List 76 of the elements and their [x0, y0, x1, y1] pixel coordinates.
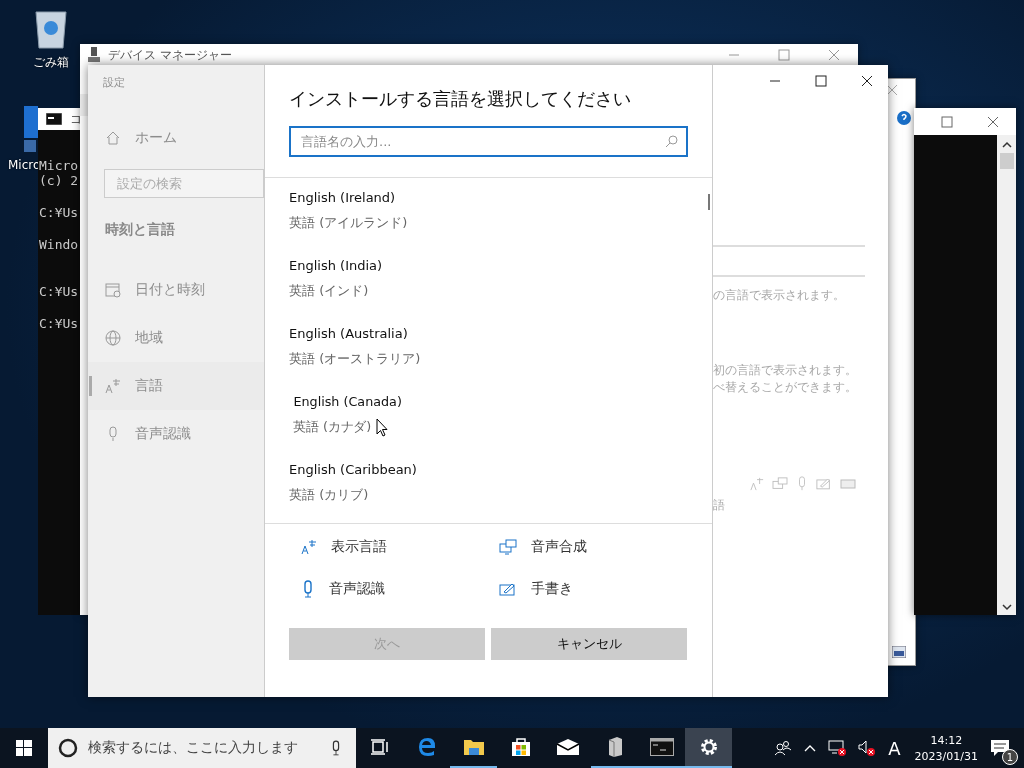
- people-icon[interactable]: [774, 740, 793, 756]
- close-icon[interactable]: [861, 75, 873, 87]
- monitor-icon: [772, 476, 788, 491]
- language-item[interactable]: English (Caribbean) 英語 (カリブ): [265, 458, 712, 523]
- monitor-speech-icon: [499, 539, 517, 555]
- feature-label: 音声認識: [329, 580, 385, 598]
- start-icon[interactable]: [16, 740, 32, 756]
- faded-text: 語: [713, 497, 726, 514]
- console-line: C:¥Us: [39, 316, 79, 331]
- calendar-icon: [105, 282, 121, 298]
- circle-icon: [58, 738, 78, 758]
- faded-text: の言語で表示されます。: [713, 287, 846, 304]
- maximize-icon[interactable]: [815, 75, 827, 87]
- scrollbar-thumb[interactable]: [708, 194, 710, 210]
- folder-icon: [462, 738, 485, 756]
- window-title: デバイス マネージャー: [108, 46, 232, 64]
- pen-icon: [816, 477, 832, 490]
- keyboard-icon: [840, 478, 856, 489]
- section-heading: 時刻と言語: [105, 221, 176, 239]
- dialog-title: インストールする言語を選択してください: [289, 87, 632, 111]
- speaker-muted-icon[interactable]: [858, 740, 877, 756]
- search-icon: [665, 135, 678, 148]
- clock[interactable]: 14:12 2023/01/31: [914, 733, 978, 763]
- cursor-icon: [376, 418, 388, 437]
- language-item[interactable]: English (Australia) 英語 (オーストラリア): [265, 322, 712, 390]
- app-title: 設定: [103, 75, 126, 90]
- taskbar-button[interactable]: [685, 728, 732, 768]
- help-icon[interactable]: [897, 111, 911, 125]
- network-error-icon[interactable]: [828, 740, 847, 756]
- desktop-icon-label[interactable]: ごみ箱: [33, 54, 69, 71]
- image-icon: [892, 646, 906, 658]
- window-title: コ: [70, 110, 82, 128]
- shopping-bag-icon: [510, 737, 531, 757]
- console-line: C:¥Us: [39, 284, 79, 299]
- scrollbar-thumb[interactable]: [999, 153, 1014, 169]
- faded-text: 初の言語で表示されます。: [713, 362, 858, 379]
- task-view-icon: [370, 739, 389, 755]
- app-icon[interactable]: [24, 106, 38, 154]
- notification-icon[interactable]: [990, 739, 1010, 757]
- language-icon: [750, 476, 764, 491]
- scroll-up-icon[interactable]: [1001, 141, 1012, 149]
- console-line: C:¥Us: [39, 205, 79, 220]
- console-line: Micro: [39, 158, 79, 173]
- dialog-button[interactable]: キャンセル: [491, 628, 687, 660]
- envelope-icon: [555, 738, 580, 756]
- console-line: Windo: [39, 237, 79, 252]
- faded-text: べ替えることができます。: [713, 379, 858, 396]
- microphone-icon[interactable]: [330, 739, 342, 757]
- language-item[interactable]: English (India) 英語 (インド): [265, 254, 712, 322]
- notification-badge: 1: [1002, 749, 1018, 765]
- console-icon: [46, 113, 62, 125]
- home-icon: [105, 130, 121, 146]
- maximize-icon[interactable]: [941, 115, 953, 128]
- pen-icon: [499, 582, 517, 596]
- search-field[interactable]: 検索するには、ここに入力します: [48, 728, 356, 768]
- scroll-down-icon[interactable]: [1001, 603, 1012, 611]
- language-icon: [301, 539, 317, 555]
- server-icon: [606, 736, 623, 758]
- search-field[interactable]: 言語名の入力...: [289, 126, 688, 157]
- browser-icon: [416, 737, 437, 757]
- scrollbar[interactable]: [997, 135, 1016, 615]
- feature-label: 音声合成: [531, 538, 587, 556]
- language-item[interactable]: English (Canada) 英語 (カナダ): [265, 390, 704, 458]
- globe-icon: [105, 330, 121, 346]
- microphone-icon: [301, 580, 315, 598]
- microphone-icon: [796, 476, 808, 491]
- language-icon: [105, 378, 121, 394]
- settings-icon: [698, 737, 719, 757]
- console-line: (c) 2: [39, 173, 79, 188]
- language-item[interactable]: English (Ireland) 英語 (アイルランド): [265, 186, 712, 254]
- feature-label: 表示言語: [331, 538, 387, 556]
- chevron-up-icon[interactable]: [804, 744, 817, 752]
- console-icon: [649, 738, 674, 756]
- computer-icon: [88, 47, 100, 63]
- feature-label: 手書き: [531, 580, 573, 598]
- input-mode-indicator[interactable]: A: [888, 737, 901, 759]
